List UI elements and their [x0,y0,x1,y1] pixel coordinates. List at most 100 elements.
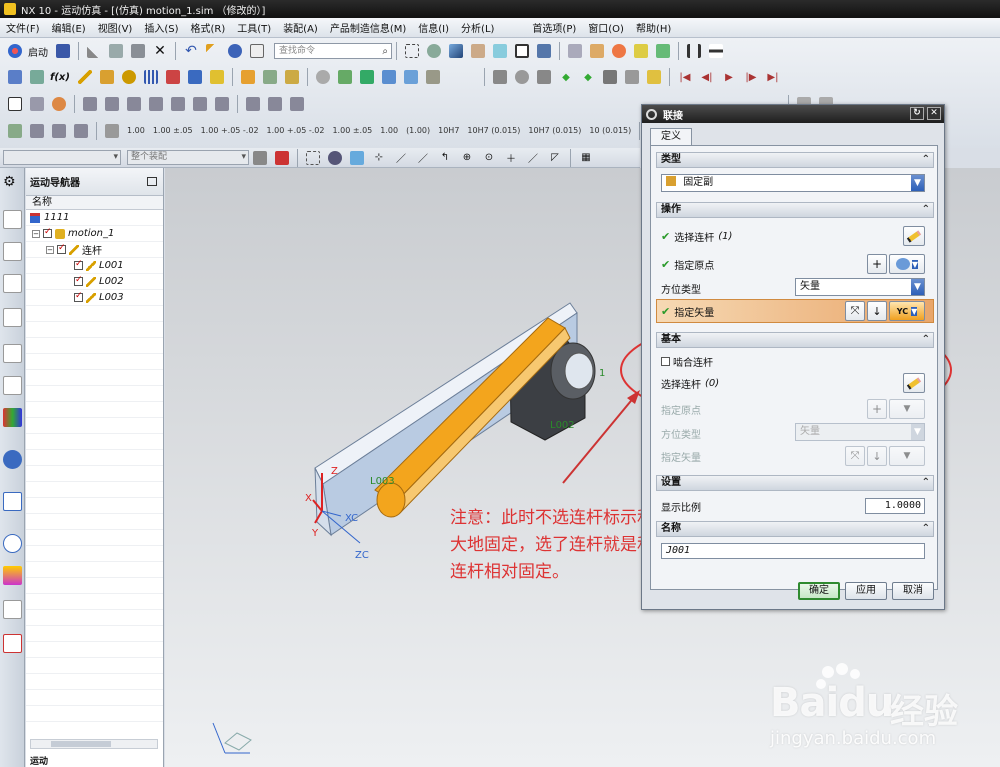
visibility-checkbox[interactable] [43,227,52,238]
body-select-icon[interactable] [348,149,366,167]
export-icon[interactable] [601,68,619,86]
prev-frame-icon[interactable]: ◀| [698,68,716,86]
animation-icon[interactable] [358,68,376,86]
motion-navigator-tab-icon[interactable] [3,308,22,327]
snap-intersect-icon[interactable]: ＋ [502,149,520,167]
tol-4[interactable]: 1.00 +.05 -.02 [267,127,325,135]
menu-assembly[interactable]: 装配(A) [277,20,324,35]
layout-10-icon[interactable] [288,95,306,113]
hyperlink-icon[interactable] [50,95,68,113]
collapse-icon[interactable]: − [46,245,54,254]
menu-window[interactable]: 窗口(O) [582,20,630,35]
menu-analysis[interactable]: 分析(L) [455,20,500,35]
base-select-link-button[interactable] [903,373,925,393]
orient-type-select[interactable]: 矢量 ▼ [795,278,925,296]
part-navigator-icon[interactable] [3,274,22,293]
view-orient-icon[interactable] [469,42,487,60]
point-dialog-button[interactable]: + [867,254,887,274]
vector-dialog-button[interactable]: ↓ [867,301,887,321]
first-frame-icon[interactable]: |◀ [676,68,694,86]
command-search-input[interactable]: 查找命令 ⌕ [274,43,392,59]
snap-center-icon[interactable]: ⊙ [480,149,498,167]
play-settings-icon[interactable] [645,68,663,86]
layout-9-icon[interactable] [266,95,284,113]
column-header-name[interactable]: 名称 [26,196,163,210]
package-icon[interactable] [623,68,641,86]
role-icon[interactable] [3,600,22,619]
shaded-cube-icon[interactable] [447,42,465,60]
play-icon[interactable]: ▶ [720,68,738,86]
visibility-checkbox[interactable] [74,275,83,286]
crank-shaft[interactable] [564,352,594,390]
snap-view-icon[interactable] [535,42,553,60]
chevron-up-icon[interactable]: ⌃ [922,333,930,347]
cut-icon[interactable] [85,42,103,60]
tree-node-motion[interactable]: − motion_1 [26,226,163,242]
section-settings[interactable]: 设置 ⌃ [656,475,934,491]
tol-8[interactable]: 10H7 [438,127,459,135]
history-icon[interactable] [3,450,22,469]
note-icon[interactable] [50,122,68,140]
layout-6-icon[interactable] [191,95,209,113]
layout-8-icon[interactable] [244,95,262,113]
layout-4-icon[interactable] [147,95,165,113]
tol-5[interactable]: 1.00 ±.05 [332,127,372,135]
rectangle-select-icon[interactable] [304,149,322,167]
fit-icon[interactable] [403,42,421,60]
display-scale-input[interactable]: 1.0000 [865,498,925,514]
navigator-horizontal-scrollbar[interactable] [30,739,158,749]
section-name[interactable]: 名称 ⌃ [656,521,934,537]
move-component-icon[interactable] [491,68,509,86]
snap-endpoint-icon[interactable]: ⊹ [370,149,388,167]
system-scenes-icon[interactable] [3,634,22,653]
function-button[interactable]: f(x) [50,72,70,83]
stop-icon[interactable] [535,68,553,86]
snap-line-icon[interactable]: ／ [392,149,410,167]
menu-insert[interactable]: 插入(S) [138,20,184,35]
vector-inference-select[interactable]: YC ▼ [889,301,925,321]
paste-icon[interactable] [129,42,147,60]
snap-arc-icon[interactable]: ⊕ [458,149,476,167]
snap-perp-icon[interactable]: ／ [524,149,542,167]
menu-view[interactable]: 视图(V) [92,20,139,35]
frame-icon[interactable] [513,42,531,60]
start-icon[interactable] [6,42,24,60]
select-link-button[interactable] [903,226,925,246]
marker-icon[interactable] [208,68,226,86]
tree-node-l001[interactable]: L001 [26,258,163,274]
driver-icon[interactable] [239,68,257,86]
measure-icon[interactable] [685,42,703,60]
selection-scope-combo[interactable]: 整个装配 [127,150,249,165]
menu-edit[interactable]: 编辑(E) [46,20,92,35]
row-snap-link[interactable]: 啮合连杆 [661,351,931,371]
chevron-up-icon[interactable]: ⌃ [922,476,930,490]
section-operation[interactable]: 操作 ⌃ [656,202,934,218]
contact-icon[interactable] [261,68,279,86]
explode-icon[interactable] [654,42,672,60]
layout-1-icon[interactable] [81,95,99,113]
graph-icon[interactable] [336,68,354,86]
tracer-icon[interactable] [424,68,442,86]
row-select-link[interactable]: ✔ 选择连杆 (1) [661,226,931,246]
apply-button[interactable]: 应用 [845,582,887,600]
render-style-icon[interactable] [425,42,443,60]
tol-6[interactable]: 1.00 [380,127,398,135]
maximize-icon[interactable] [147,177,157,186]
table-icon[interactable] [28,122,46,140]
motion-nav-icon[interactable] [6,68,24,86]
select-icon[interactable] [204,42,222,60]
search-icon[interactable]: ⌕ [382,45,388,59]
hd3d-icon[interactable] [3,376,22,395]
cable-icon[interactable] [283,68,301,86]
new-sheet-icon[interactable] [6,95,24,113]
info-icon[interactable] [226,42,244,60]
solver-icon[interactable] [28,68,46,86]
visibility-checkbox[interactable] [57,243,66,254]
tab-definition[interactable]: 定义 [650,128,692,145]
probe-icon[interactable] [513,68,531,86]
menu-info[interactable]: 信息(I) [412,20,455,35]
next-frame-icon[interactable]: |▶ [742,68,760,86]
menu-help[interactable]: 帮助(H) [630,20,677,35]
visibility-checkbox[interactable] [74,291,83,302]
point-inference-select[interactable]: ▼ [889,254,925,274]
